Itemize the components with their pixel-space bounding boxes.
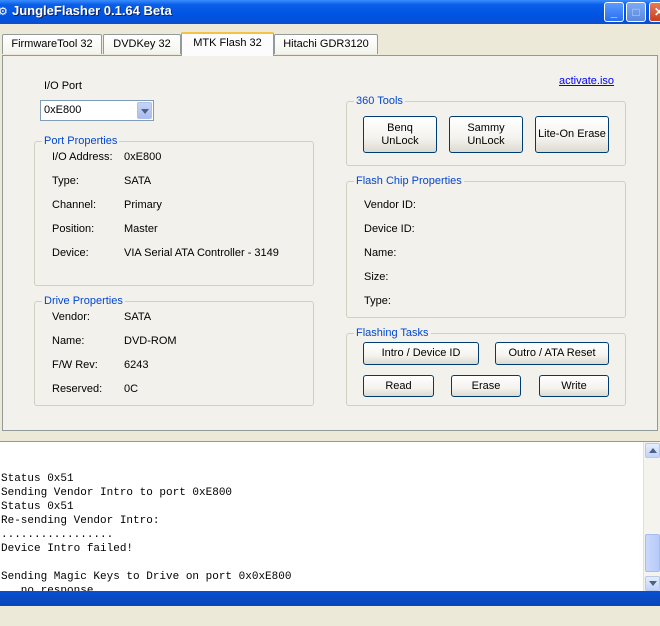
- log-line: Status 0x51: [1, 473, 74, 485]
- write-button[interactable]: Write: [539, 375, 609, 397]
- io-address-value: 0xE800: [124, 151, 162, 163]
- io-port-value: 0xE800: [44, 104, 82, 116]
- channel-label: Channel:: [52, 199, 97, 211]
- chip-name-label: Name:: [364, 247, 397, 259]
- log-line: .................: [1, 529, 114, 541]
- reserved-value: 0C: [124, 383, 139, 395]
- device-label: Device:: [52, 247, 89, 259]
- log-line: Device Intro failed!: [1, 543, 134, 555]
- erase-button[interactable]: Erase: [451, 375, 521, 397]
- flashing-tasks-title: Flashing Tasks: [354, 326, 431, 340]
- title-bar: ⚙ JungleFlasher 0.1.64 Beta _ □ ✕: [0, 0, 660, 24]
- device-value: VIA Serial ATA Controller - 3149: [124, 247, 279, 259]
- type-label: Type:: [52, 175, 79, 187]
- minimize-button[interactable]: _: [604, 2, 624, 22]
- outro-ata-reset-button[interactable]: Outro / ATA Reset: [495, 342, 609, 365]
- fw-rev-value: 6243: [124, 359, 149, 371]
- chip-size-label: Size:: [364, 271, 389, 283]
- chevron-down-icon[interactable]: [137, 102, 152, 119]
- log-line: Sending Magic Keys to Drive on port 0x0x…: [1, 571, 292, 583]
- tab-mtk-flash[interactable]: MTK Flash 32: [181, 32, 274, 56]
- benq-unlock-button[interactable]: Benq UnLock: [363, 116, 437, 153]
- window-bottom-border: [0, 591, 660, 606]
- log-output[interactable]: Status 0x51 Sending Vendor Intro to port …: [0, 441, 660, 597]
- maximize-button[interactable]: □: [626, 2, 646, 22]
- scroll-thumb[interactable]: [645, 534, 660, 572]
- vendor-value: SATA: [124, 311, 152, 323]
- name-label: Name:: [52, 335, 85, 347]
- device-id-label: Device ID:: [364, 223, 415, 235]
- window-title: JungleFlasher 0.1.64 Beta: [12, 3, 172, 18]
- io-port-label: I/O Port: [44, 80, 82, 92]
- position-label: Position:: [52, 223, 95, 235]
- log-scrollbar[interactable]: [643, 442, 660, 592]
- sammy-unlock-button[interactable]: Sammy UnLock: [449, 116, 523, 153]
- tools-360-title: 360 Tools: [354, 94, 405, 108]
- channel-value: Primary: [124, 199, 162, 211]
- chip-type-label: Type:: [364, 295, 391, 307]
- log-line: Status 0x51: [1, 501, 74, 513]
- drive-properties-title: Drive Properties: [42, 294, 125, 308]
- tab-hitachi[interactable]: Hitachi GDR3120: [274, 34, 378, 54]
- port-properties-title: Port Properties: [42, 134, 120, 148]
- io-address-label: I/O Address:: [52, 151, 113, 163]
- read-button[interactable]: Read: [363, 375, 434, 397]
- fw-rev-label: F/W Rev:: [52, 359, 98, 371]
- tab-dvdkey[interactable]: DVDKey 32: [103, 34, 181, 54]
- scroll-up-icon[interactable]: [645, 443, 660, 458]
- scroll-down-icon[interactable]: [645, 576, 660, 591]
- log-line: Sending Vendor Intro to port 0xE800: [1, 487, 233, 499]
- tab-strip: FirmwareTool 32 DVDKey 32 MTK Flash 32 H…: [0, 24, 660, 56]
- activate-iso-link[interactable]: activate.iso: [559, 75, 614, 87]
- intro-device-id-button[interactable]: Intro / Device ID: [363, 342, 479, 365]
- lite-on-erase-button[interactable]: Lite-On Erase: [535, 116, 609, 153]
- flash-chip-title: Flash Chip Properties: [354, 174, 464, 188]
- vendor-id-label: Vendor ID:: [364, 199, 416, 211]
- io-port-select[interactable]: 0xE800: [40, 100, 154, 121]
- name-value: DVD-ROM: [124, 335, 177, 347]
- tab-firmwaretool[interactable]: FirmwareTool 32: [2, 34, 102, 54]
- type-value: SATA: [124, 175, 152, 187]
- position-value: Master: [124, 223, 158, 235]
- reserved-label: Reserved:: [52, 383, 103, 395]
- close-button[interactable]: ✕: [649, 2, 660, 22]
- log-line: Re-sending Vendor Intro:: [1, 515, 160, 527]
- vendor-label: Vendor:: [52, 311, 90, 323]
- app-icon: ⚙: [0, 6, 8, 18]
